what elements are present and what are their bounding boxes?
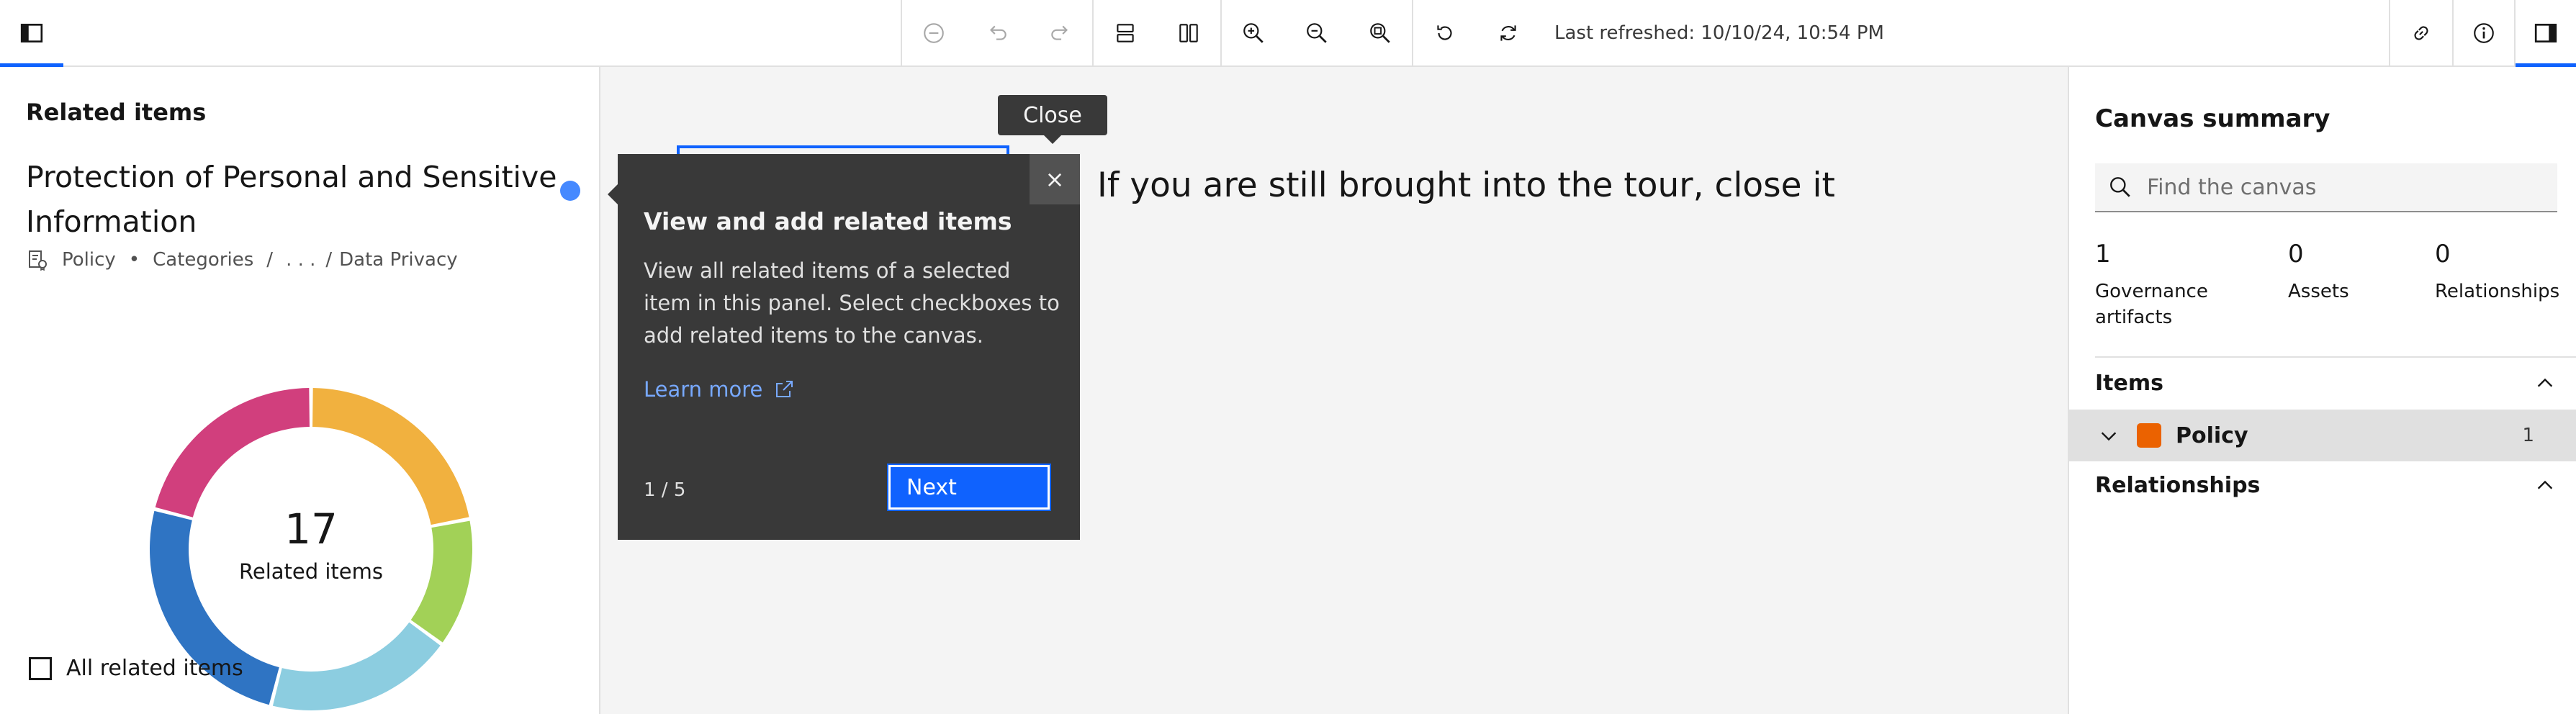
relationships-heading: Relationships <box>2095 473 2261 498</box>
chevron-up-icon[interactable] <box>2534 475 2556 497</box>
breadcrumb-separator: / <box>325 249 333 271</box>
stat-governance-artifacts: 1 Governance artifacts <box>2095 240 2268 330</box>
left-panel-toggle-button[interactable] <box>0 0 63 67</box>
stat-value: 0 <box>2288 240 2304 268</box>
clear-button[interactable] <box>902 0 965 65</box>
zoom-out-button[interactable] <box>1285 0 1348 65</box>
close-tooltip: Close <box>998 95 1107 144</box>
breadcrumb-separator: / <box>266 249 274 271</box>
canvas-node-text[interactable]: If you are still brought into the tour, … <box>1097 166 1835 205</box>
refresh-icon <box>1500 24 1516 41</box>
stat-label: Governance artifacts <box>2095 281 2208 328</box>
stat-value: 0 <box>2435 240 2451 268</box>
layout-vertical-button[interactable] <box>1094 0 1157 65</box>
tour-step-counter: 1 / 5 <box>644 479 686 501</box>
layout-columns-button[interactable] <box>1157 0 1220 65</box>
breadcrumb: Policy • Categories / . . . / Data Priva… <box>26 248 458 271</box>
items-row-policy[interactable]: Policy 1 <box>2069 410 2576 461</box>
reset-icon <box>1437 24 1452 40</box>
tour-title: View and add related items <box>644 207 1012 235</box>
undo-icon <box>989 25 1006 40</box>
clear-icon <box>924 22 944 43</box>
right-panel-toggle-button[interactable] <box>2516 0 2576 67</box>
zoom-out-icon <box>1307 22 1327 43</box>
canvas-summary-panel: Canvas summary 1 Governance artifacts 0 … <box>2068 67 2576 714</box>
zoom-fit-button[interactable] <box>1348 0 1412 65</box>
donut-segment-3[interactable] <box>272 622 441 710</box>
related-items-panel: Related items Protection of Personal and… <box>0 67 600 714</box>
layout-vertical-icon <box>1117 23 1134 42</box>
items-section-header[interactable]: Items <box>2095 371 2556 396</box>
refresh-button[interactable] <box>1477 0 1540 65</box>
policy-icon <box>29 250 47 271</box>
stat-label: Relationships <box>2435 281 2560 302</box>
panel-heading: Canvas summary <box>2095 104 2330 133</box>
canvas-search[interactable] <box>2095 163 2557 212</box>
stat-label: Assets <box>2288 281 2349 302</box>
right-panel-toggle-icon <box>2534 23 2557 42</box>
breadcrumb-separator: • <box>128 249 140 271</box>
donut-segment-5[interactable] <box>155 388 310 518</box>
tour-next-button[interactable]: Next <box>887 464 1051 511</box>
zoom-fit-icon <box>1370 22 1390 43</box>
undo-button[interactable] <box>965 0 1029 65</box>
stat-assets: 0 Assets <box>2288 240 2418 304</box>
divider <box>2095 356 2576 358</box>
policy-color-swatch <box>2137 423 2161 448</box>
link-icon <box>2414 25 2428 40</box>
redo-icon <box>1051 25 1068 40</box>
items-heading: Items <box>2095 371 2163 396</box>
layout-columns-icon <box>1179 23 1198 42</box>
checkbox-label: All related items <box>66 656 243 681</box>
tour-close-button[interactable]: × <box>1030 154 1080 204</box>
item-title: Protection of Personal and Sensitive Inf… <box>26 160 557 239</box>
policy-label: Policy <box>2176 422 2248 448</box>
breadcrumb-type: Policy <box>62 249 116 271</box>
last-refreshed-text: Last refreshed: 10/10/24, 10:54 PM <box>1554 22 1884 44</box>
policy-count: 1 <box>2522 425 2534 446</box>
donut-label: Related items <box>239 559 383 584</box>
tour-body: View all related items of a selected ite… <box>644 258 1060 348</box>
search-icon <box>2110 177 2130 197</box>
breadcrumb-overflow[interactable]: . . . <box>286 249 315 271</box>
stat-relationships: 0 Relationships <box>2435 240 2572 304</box>
zoom-in-icon <box>1243 22 1264 43</box>
breadcrumb-link-categories[interactable]: Categories <box>153 249 253 271</box>
left-panel-toggle-icon <box>20 23 43 42</box>
redo-button[interactable] <box>1029 0 1092 65</box>
reset-button[interactable] <box>1413 0 1477 65</box>
relationships-section-header[interactable]: Relationships <box>2095 473 2556 498</box>
tour-popover: × View and add related items View all re… <box>608 154 1080 540</box>
stat-value: 1 <box>2095 240 2111 268</box>
info-button[interactable] <box>2454 0 2514 65</box>
donut-count: 17 <box>284 505 338 553</box>
panel-heading: Related items <box>26 99 207 126</box>
link-button[interactable] <box>2390 0 2452 65</box>
external-link-icon <box>776 381 793 397</box>
all-related-items-checkbox-row[interactable]: All related items <box>29 656 243 681</box>
chevron-down-icon[interactable] <box>2098 425 2120 446</box>
learn-more-link[interactable]: Learn more <box>644 377 796 402</box>
breadcrumb-link-data-privacy[interactable]: Data Privacy <box>339 249 457 271</box>
info-icon <box>2474 22 2494 43</box>
status-dot <box>560 181 580 201</box>
zoom-in-button[interactable] <box>1222 0 1285 65</box>
toolbar: Last refreshed: 10/10/24, 10:54 PM <box>0 0 2576 67</box>
search-input[interactable] <box>2145 173 2552 201</box>
learn-more-label: Learn more <box>644 377 763 402</box>
all-related-items-checkbox[interactable] <box>29 656 52 680</box>
chevron-up-icon[interactable] <box>2534 373 2556 394</box>
